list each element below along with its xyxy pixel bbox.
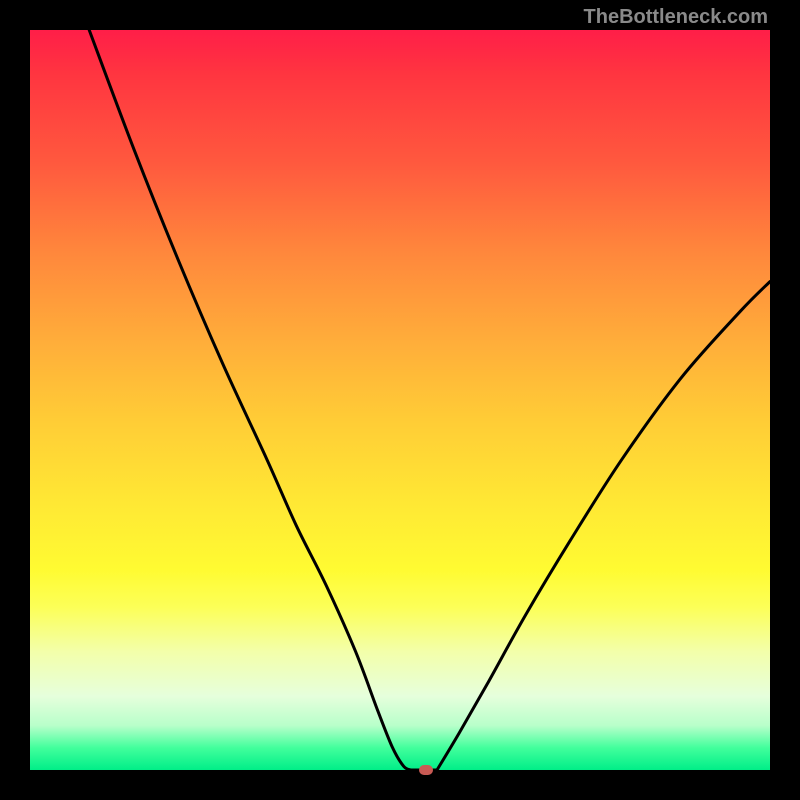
plot-area [30, 30, 770, 770]
curve-path [89, 30, 770, 770]
watermark-text: TheBottleneck.com [584, 6, 768, 29]
chart-frame: TheBottleneck.com [0, 0, 800, 800]
optimum-marker [419, 765, 433, 775]
bottleneck-curve [30, 30, 770, 770]
